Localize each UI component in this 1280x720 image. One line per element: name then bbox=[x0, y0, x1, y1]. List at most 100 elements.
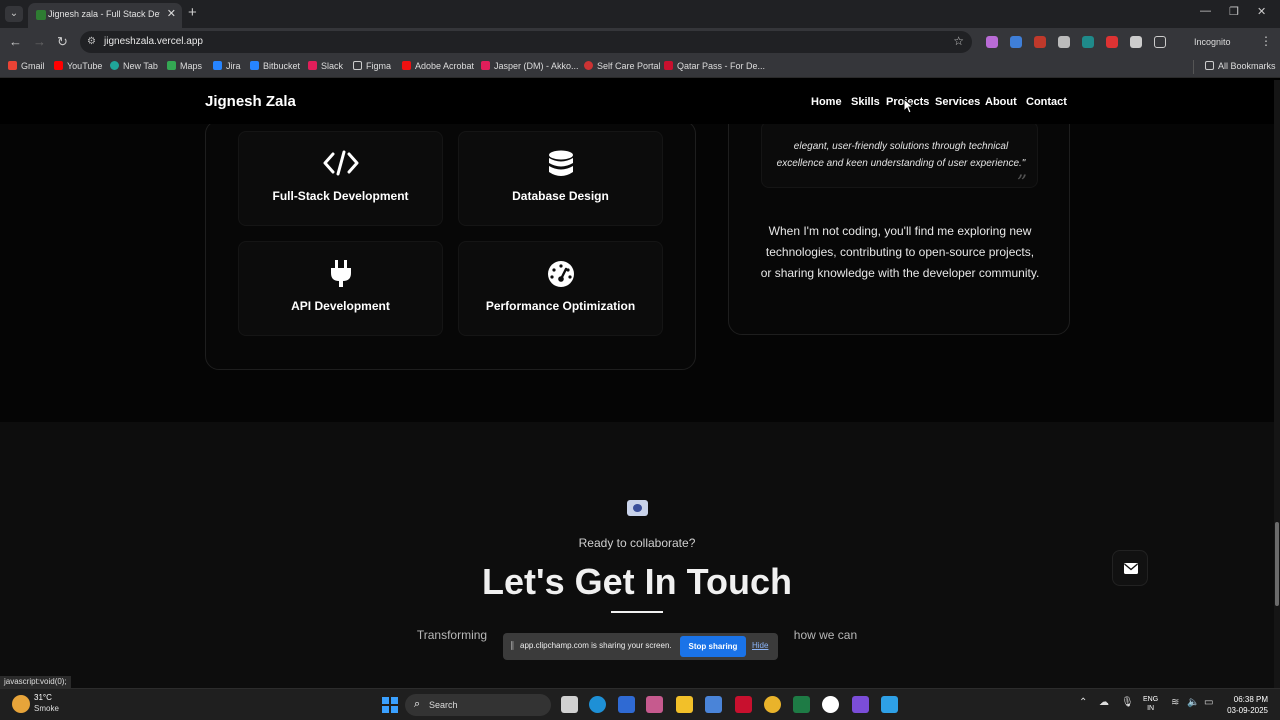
tab-search-button[interactable]: ⌄ bbox=[5, 6, 23, 22]
tray-chevron-icon[interactable]: ⌃ bbox=[1079, 697, 1087, 708]
volume-icon[interactable]: 🔈 bbox=[1187, 697, 1199, 708]
nav-projects[interactable]: Projects bbox=[886, 96, 929, 108]
input-language[interactable]: ENG IN bbox=[1143, 695, 1158, 713]
hide-share-bar-link[interactable]: Hide bbox=[752, 641, 768, 650]
shield-extension-icon[interactable] bbox=[1058, 36, 1070, 48]
start-button[interactable] bbox=[382, 697, 398, 713]
app-icon[interactable] bbox=[852, 696, 869, 713]
bookmark-figma[interactable]: Figma bbox=[353, 61, 391, 71]
taskbar-search[interactable]: ⌕ Search bbox=[405, 694, 551, 716]
bookmark-bitbucket[interactable]: Bitbucket bbox=[250, 61, 300, 71]
skill-full-stack-development: Full-Stack Development bbox=[238, 131, 443, 226]
share-message: app.clipchamp.com is sharing your screen… bbox=[520, 641, 672, 650]
site-info-icon[interactable]: ⚙ bbox=[87, 36, 96, 47]
reload-button[interactable]: ↻ bbox=[57, 34, 68, 50]
page-scrollbar[interactable] bbox=[1274, 80, 1280, 688]
floating-mail-button[interactable] bbox=[1112, 550, 1148, 586]
bookmark-new-tab[interactable]: New Tab bbox=[110, 61, 158, 71]
app-icon[interactable] bbox=[822, 696, 839, 713]
drag-handle-icon[interactable]: ∥ bbox=[510, 640, 515, 651]
weather-condition[interactable]: Smoke bbox=[34, 704, 59, 713]
file-explorer-icon[interactable] bbox=[676, 696, 693, 713]
system-clock[interactable]: 06:38 PM 03-09-2025 bbox=[1222, 694, 1268, 716]
app-icon[interactable] bbox=[618, 696, 635, 713]
back-button[interactable]: ← bbox=[9, 34, 22, 49]
address-bar[interactable]: ⚙ jigneshzala.vercel.app ☆ bbox=[80, 31, 972, 53]
bookmark-jasper[interactable]: Jasper (DM) - Akko... bbox=[481, 61, 579, 71]
browser-menu-icon[interactable]: ⋮ bbox=[1260, 34, 1272, 48]
extension-icon[interactable] bbox=[1082, 36, 1094, 48]
subtext-right: how we can bbox=[793, 628, 858, 642]
extensions-puzzle-icon[interactable] bbox=[1154, 36, 1166, 48]
skill-api-development: API Development bbox=[238, 241, 443, 336]
region-code: IN bbox=[1147, 705, 1155, 712]
bookmark-maps[interactable]: Maps bbox=[167, 61, 202, 71]
close-window-button[interactable]: ✕ bbox=[1257, 5, 1266, 18]
contact-headline: Let's Get In Touch bbox=[482, 561, 792, 602]
weather-temp[interactable]: 31°C bbox=[34, 693, 52, 702]
all-bookmarks-folder[interactable]: All Bookmarks bbox=[1205, 61, 1276, 71]
site-brand[interactable]: Jignesh Zala bbox=[205, 93, 296, 110]
skill-label: API Development bbox=[291, 299, 390, 313]
incognito-indicator[interactable]: Incognito bbox=[1186, 32, 1239, 52]
battery-icon[interactable]: ▭ bbox=[1204, 697, 1213, 708]
edge-icon[interactable] bbox=[589, 696, 606, 713]
bookmarks-divider bbox=[1193, 60, 1194, 74]
site-favicon-icon bbox=[36, 10, 46, 20]
microphone-icon[interactable]: 🎙 bbox=[1121, 697, 1134, 708]
bookmark-youtube[interactable]: YouTube bbox=[54, 61, 102, 71]
wifi-icon[interactable]: ≋ bbox=[1171, 697, 1179, 708]
active-tab[interactable]: Jignesh zala - Full Stack Developer ✕ bbox=[28, 3, 182, 28]
site-navbar: Jignesh Zala Home Skills Projects Servic… bbox=[0, 80, 1274, 124]
bookmark-qatar-pass[interactable]: Qatar Pass - For De... bbox=[664, 61, 765, 71]
nav-skills[interactable]: Skills bbox=[851, 96, 880, 108]
extension-icon[interactable] bbox=[1010, 36, 1022, 48]
status-url-bubble: javascript:void(0); bbox=[0, 676, 71, 688]
bookmark-jira[interactable]: Jira bbox=[213, 61, 241, 71]
bookmark-self-care-portal[interactable]: Self Care Portal bbox=[584, 61, 661, 71]
database-icon bbox=[459, 150, 662, 183]
new-tab-button[interactable]: + bbox=[188, 4, 197, 21]
nav-home[interactable]: Home bbox=[811, 96, 842, 108]
extension-icon[interactable] bbox=[986, 36, 998, 48]
app-icon[interactable] bbox=[881, 696, 898, 713]
bookmark-adobe-acrobat[interactable]: Adobe Acrobat bbox=[402, 61, 474, 71]
store-icon[interactable] bbox=[705, 696, 722, 713]
video-extension-icon[interactable] bbox=[1106, 36, 1118, 48]
bookmark-star-icon[interactable]: ☆ bbox=[953, 34, 964, 48]
skill-label: Performance Optimization bbox=[485, 299, 636, 313]
weather-icon[interactable] bbox=[12, 695, 30, 713]
tab-strip: ⌄ Jignesh zala - Full Stack Developer ✕ … bbox=[0, 0, 1280, 28]
excel-icon[interactable] bbox=[793, 696, 810, 713]
nav-about[interactable]: About bbox=[985, 96, 1017, 108]
search-label: Search bbox=[429, 700, 458, 710]
chrome-icon[interactable] bbox=[764, 696, 781, 713]
url-text: jigneshzala.vercel.app bbox=[104, 36, 203, 47]
bookmark-gmail[interactable]: Gmail bbox=[8, 61, 45, 71]
extension-icon[interactable] bbox=[1130, 36, 1142, 48]
code-icon bbox=[239, 150, 442, 181]
skill-label: Full-Stack Development bbox=[272, 189, 409, 203]
forward-button[interactable]: → bbox=[33, 34, 46, 49]
scrollbar-thumb[interactable] bbox=[1275, 522, 1279, 606]
clipchamp-icon[interactable] bbox=[646, 696, 663, 713]
minimize-button[interactable]: — bbox=[1200, 5, 1211, 17]
skills-card: Full-Stack Development Database Design A… bbox=[205, 120, 696, 370]
close-tab-icon[interactable]: ✕ bbox=[167, 7, 176, 20]
restore-button[interactable]: ❐ bbox=[1229, 5, 1239, 18]
onedrive-icon[interactable]: ☁ bbox=[1099, 697, 1109, 708]
nav-contact[interactable]: Contact bbox=[1026, 96, 1067, 108]
stop-sharing-button[interactable]: Stop sharing bbox=[680, 636, 746, 657]
task-view-icon[interactable] bbox=[561, 696, 578, 713]
extension-icon[interactable] bbox=[1034, 36, 1046, 48]
skill-database-design: Database Design bbox=[458, 131, 663, 226]
search-icon: ⌕ bbox=[414, 698, 421, 710]
bookmark-slack[interactable]: Slack bbox=[308, 61, 343, 71]
bookmarks-bar: Gmail YouTube New Tab Maps Jira Bitbucke… bbox=[0, 56, 1280, 78]
plug-icon bbox=[239, 260, 442, 293]
nav-services[interactable]: Services bbox=[935, 96, 980, 108]
language-code: ENG bbox=[1143, 696, 1159, 703]
clock-date: 03-09-2025 bbox=[1227, 706, 1268, 715]
mcafee-icon[interactable] bbox=[735, 696, 752, 713]
about-card: elegant, user-friendly solutions through… bbox=[728, 100, 1070, 335]
